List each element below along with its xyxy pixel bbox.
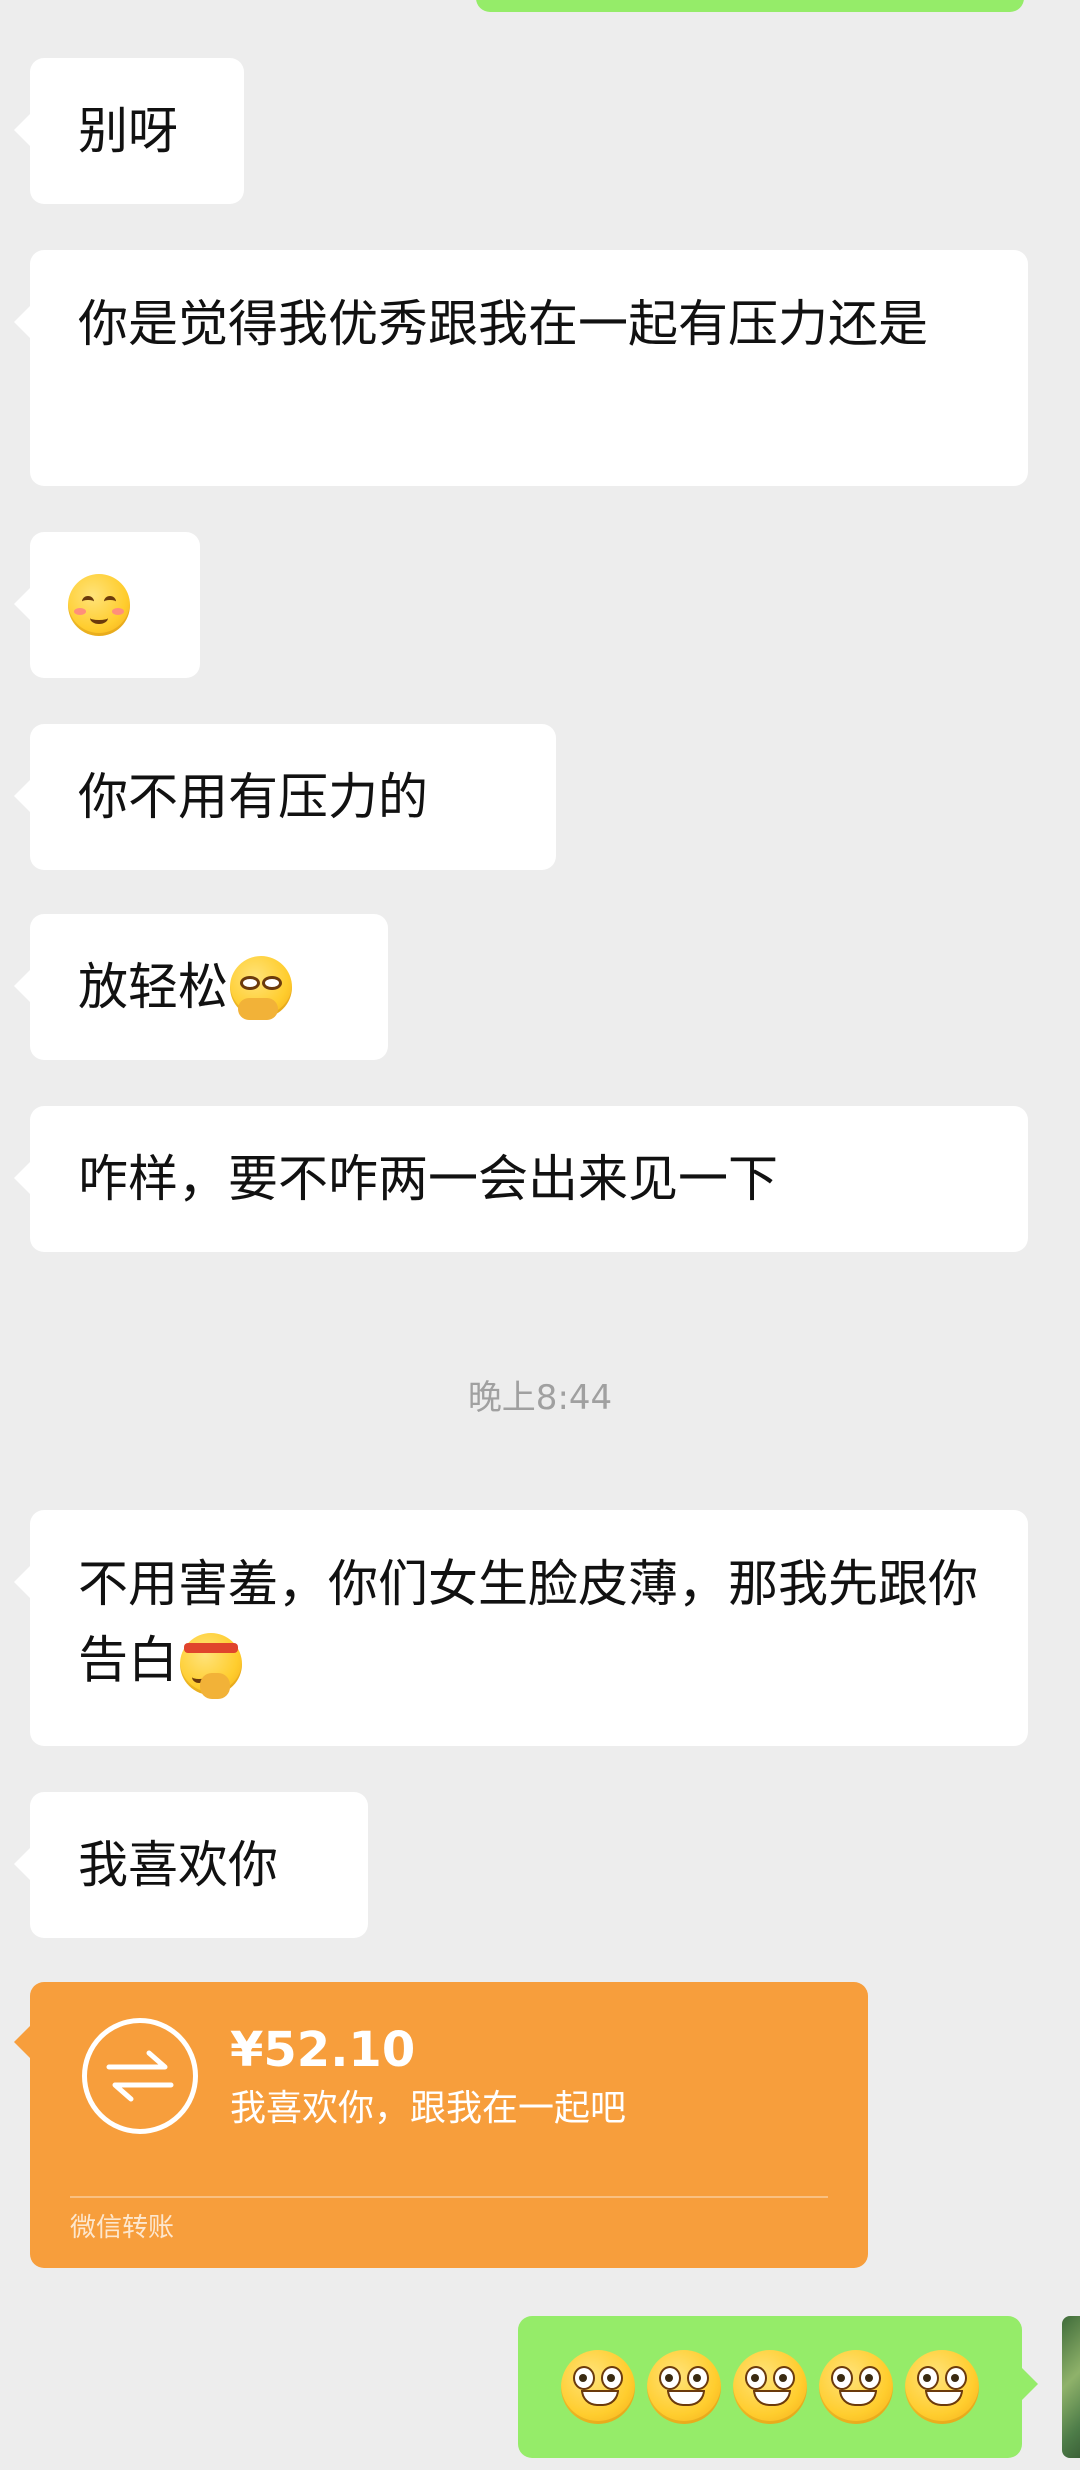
incoming-message[interactable]: 放轻松 (14, 914, 388, 1060)
transfer-divider (70, 2196, 828, 2198)
transfer-arrows-icon (82, 2018, 198, 2134)
transfer-card[interactable]: ¥52.10 我喜欢你，跟我在一起吧 微信转账 (14, 1982, 868, 2268)
timestamp: 晚上8:44 (467, 1378, 613, 1418)
headband-emoji (180, 1632, 242, 1699)
transfer-amount: ¥52.10 (230, 2022, 416, 2078)
incoming-message[interactable]: 不用害羞，你们女生脸皮薄，那我先跟你告白 (14, 1510, 1028, 1746)
message-text: 放轻松 (78, 958, 228, 1016)
grin-emoji (733, 2350, 807, 2424)
partial-outgoing-bubble (476, 0, 1024, 12)
grin-emoji (819, 2350, 893, 2424)
incoming-message[interactable]: 咋样，要不咋两一会出来见一下 (14, 1106, 1028, 1252)
grin-emoji (905, 2350, 979, 2424)
incoming-message[interactable]: 别呀 (14, 58, 244, 204)
avatar[interactable] (1062, 2316, 1080, 2458)
outgoing-message[interactable] (518, 2316, 1038, 2458)
message-text: 别呀 (78, 102, 178, 160)
message-text: 我喜欢你 (78, 1836, 278, 1894)
grin-emoji (561, 2350, 635, 2424)
thinking-emoji (230, 956, 292, 1020)
incoming-message[interactable]: 我喜欢你 (14, 1792, 368, 1938)
incoming-message[interactable]: 你不用有压力的 (14, 724, 556, 870)
grin-emoji (647, 2350, 721, 2424)
smiling-blush-emoji (68, 574, 130, 636)
message-text: 你不用有压力的 (78, 768, 428, 826)
incoming-message[interactable] (14, 532, 200, 678)
message-text: 咋样，要不咋两一会出来见一下 (78, 1150, 778, 1208)
incoming-message[interactable]: 你是觉得我优秀跟我在一起有压力还是 (14, 250, 1028, 486)
message-text: 你是觉得我优秀跟我在一起有压力还是 (78, 295, 928, 353)
transfer-note: 我喜欢你，跟我在一起吧 (230, 2088, 627, 2129)
transfer-label: 微信转账 (70, 2213, 175, 2243)
